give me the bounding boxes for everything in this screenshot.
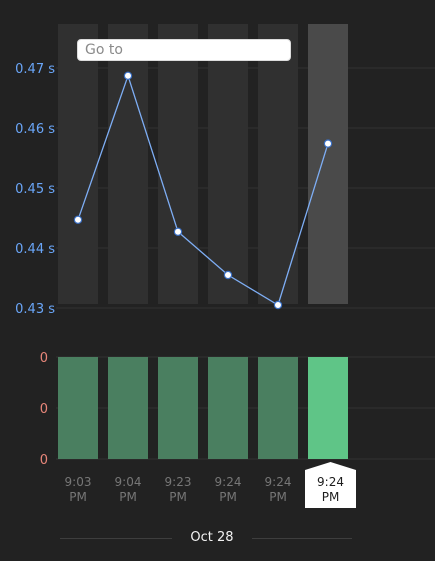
time-label[interactable]: 9:23 PM <box>153 475 203 505</box>
go-to-search-input[interactable] <box>77 39 291 61</box>
y-tick-label: 0.47 s <box>15 62 55 77</box>
y-tick-label: 0.46 s <box>15 122 55 137</box>
selected-time-text: 9:24 PM <box>317 475 344 504</box>
date-label: Oct 28 <box>190 530 234 545</box>
bar-2[interactable] <box>158 357 198 459</box>
data-point-0[interactable] <box>73 215 83 224</box>
data-point-5[interactable] <box>323 139 333 148</box>
time-label[interactable]: 9:04 PM <box>103 475 153 505</box>
bar-1[interactable] <box>108 357 148 459</box>
time-label[interactable]: 9:24 PM <box>203 475 253 505</box>
bar-y-tick-label: 0 <box>40 351 48 366</box>
time-column-1[interactable] <box>108 24 148 304</box>
data-point-3[interactable] <box>223 270 233 280</box>
time-label[interactable]: 9:03 PM <box>53 475 103 505</box>
time-column-2[interactable] <box>158 24 198 304</box>
data-point-1[interactable] <box>123 71 133 81</box>
selected-time-label[interactable]: 9:24 PM <box>305 462 356 508</box>
time-column-3[interactable] <box>208 24 248 304</box>
y-tick-label: 0.43 s <box>15 302 55 317</box>
bar-4[interactable] <box>258 357 298 459</box>
bar-5[interactable] <box>308 357 348 459</box>
time-column-5[interactable] <box>308 24 348 304</box>
time-label[interactable]: 9:24 PM <box>253 475 303 505</box>
bar-3[interactable] <box>208 357 248 459</box>
bar-0[interactable] <box>58 357 98 459</box>
data-point-4[interactable] <box>273 300 283 310</box>
y-tick-label: 0.44 s <box>15 242 55 257</box>
data-point-2[interactable] <box>173 227 183 236</box>
time-column-0[interactable] <box>58 24 98 304</box>
y-tick-label: 0.45 s <box>15 182 55 197</box>
bar-y-tick-label: 0 <box>40 402 48 417</box>
bar-y-tick-label: 0 <box>40 453 48 468</box>
